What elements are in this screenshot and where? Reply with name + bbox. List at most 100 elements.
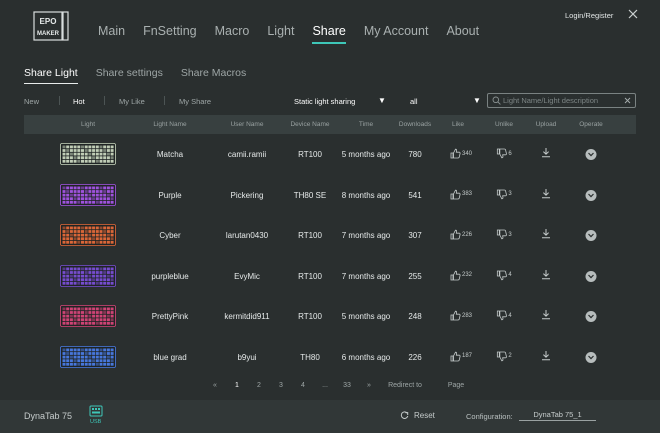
search-input[interactable] [503,95,621,106]
filter-new[interactable]: New [24,97,39,106]
operate-button[interactable] [585,189,597,201]
caret-down-icon[interactable]: ▼ [378,96,386,105]
like-count: 283 [461,312,473,319]
nav-fnsetting[interactable]: FnSetting [143,24,197,38]
thumb-down-icon [496,229,507,240]
page-1[interactable]: 1 [235,382,239,389]
usb-icon [89,405,103,417]
unlike-button[interactable]: 3 [496,229,512,240]
operate-button[interactable] [585,311,597,322]
device-name-cell: TH80 SE [293,190,327,200]
chevron-down-icon [588,233,594,238]
like-button[interactable]: 226 [450,229,472,240]
thumb-down-icon [496,310,507,321]
download-icon [542,269,550,279]
light-type-select[interactable]: Static light sharing [294,97,355,106]
operate-button[interactable] [585,230,597,241]
configuration-select[interactable]: DynaTab 75_1 [519,410,596,421]
download-icon [542,229,550,239]
divider [104,96,105,105]
unlike-button[interactable]: 4 [496,270,512,281]
pagination: « 1 2 3 4 ... 33 » Redirect to Page [0,382,660,392]
light-preview-image[interactable] [60,264,116,287]
operate-button[interactable] [585,149,597,160]
light-name: Purple [158,190,182,200]
download-button[interactable] [541,228,551,241]
like-button[interactable]: 283 [450,310,472,321]
page-4[interactable]: 4 [301,382,305,389]
light-preview-image[interactable] [60,305,116,327]
reset-button[interactable]: Reset [400,411,435,420]
keyboard-thumbnail [60,183,116,206]
download-button[interactable] [541,350,551,363]
col-upload: Upload [535,121,557,128]
scope-select[interactable]: all [410,97,418,106]
unlike-button[interactable]: 4 [496,310,512,321]
col-unlike: Unlike [494,121,514,128]
time-cell: 7 months ago [341,231,391,240]
user-name: EvyMic [234,271,260,281]
filter-hot[interactable]: Hot [73,97,85,106]
nav-about[interactable]: About [446,24,479,38]
nav-macro[interactable]: Macro [215,24,250,38]
user-name: Pickering [230,190,264,200]
epomaker-logo: EPO MAKER [33,11,69,41]
next-page-button[interactable]: » [367,382,371,389]
light-preview-image[interactable] [60,224,116,246]
page-2[interactable]: 2 [257,382,261,389]
page-3[interactable]: 3 [279,382,283,389]
reset-label: Reset [414,411,435,420]
light-name: purpleblue [151,271,189,281]
download-button[interactable] [541,147,551,160]
user-name: camii.ramii [227,150,267,159]
caret-down-icon[interactable]: ▼ [473,96,481,105]
download-button[interactable] [541,269,551,282]
tab-share-light[interactable]: Share Light [24,67,78,84]
like-button[interactable]: 383 [450,189,472,200]
light-preview-image[interactable] [60,345,116,368]
light-name: PrettyPink [151,312,189,321]
like-count: 187 [461,353,473,359]
operate-button[interactable] [585,351,597,363]
divider [164,96,165,105]
page-33[interactable]: 33 [343,382,351,389]
unlike-count: 3 [508,231,512,238]
download-button[interactable] [541,309,551,322]
filter-my-like[interactable]: My Like [119,97,145,106]
status-bar: DynaTab 75 USB Reset Configuration: Dyna… [0,400,660,433]
close-icon[interactable] [627,8,639,20]
unlike-button[interactable]: 3 [496,189,512,200]
device-name-cell: RT100 [298,271,322,281]
time-cell: 5 months ago [341,150,391,159]
nav-main[interactable]: Main [98,24,125,38]
device-name: DynaTab 75 [24,411,73,421]
light-preview-image[interactable] [60,183,116,206]
unlike-button[interactable]: 6 [496,148,512,159]
like-button[interactable]: 187 [450,351,472,362]
like-count: 232 [461,272,473,278]
download-button[interactable] [541,188,551,201]
filter-my-share[interactable]: My Share [179,97,211,106]
col-time: Time [358,121,374,128]
operate-button[interactable] [585,270,597,282]
keyboard-thumbnail [60,345,116,368]
prev-page-button[interactable]: « [213,382,217,389]
tab-share-settings[interactable]: Share settings [96,67,163,79]
unlike-button[interactable]: 2 [496,351,512,362]
time-cell: 5 months ago [341,312,391,321]
keyboard-thumbnail [60,305,116,327]
time-cell: 8 months ago [341,190,391,200]
nav-share[interactable]: Share [312,24,347,44]
unlike-count: 4 [508,272,512,278]
login-register-link[interactable]: Login/Register [565,11,613,20]
nav-light[interactable]: Light [267,24,294,38]
like-button[interactable]: 340 [450,148,472,159]
keyboard-thumbnail [60,224,116,246]
light-preview-image[interactable] [60,143,116,165]
clear-icon[interactable] [623,96,632,105]
tab-share-macros[interactable]: Share Macros [181,67,246,79]
table-header: Light Light Name User Name Device Name T… [24,115,636,134]
nav-my-account[interactable]: My Account [364,24,429,38]
like-button[interactable]: 232 [450,270,472,281]
downloads-cell: 255 [408,271,422,281]
